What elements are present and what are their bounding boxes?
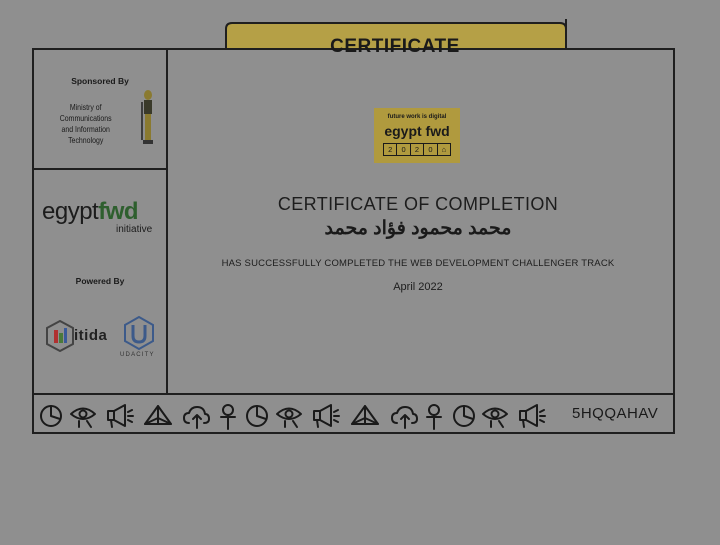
badge-year-digit: 2 <box>384 144 398 155</box>
pie-icon <box>40 405 62 427</box>
eye-icon <box>70 407 96 428</box>
badge-name: egypt fwd <box>384 123 450 139</box>
powered-label: Powered By <box>75 276 125 286</box>
ministry-line-2: and Information Technology <box>61 124 110 145</box>
udacity-name: UDACITY <box>120 352 155 358</box>
badge-year-digit: 2 <box>411 144 425 155</box>
eye-icon <box>482 407 508 428</box>
fwd-text: fwd <box>98 198 139 225</box>
megaphone-icon <box>107 404 134 428</box>
cloud-upload-icon <box>183 406 210 429</box>
megaphone-icon <box>519 404 546 428</box>
certificate-heading: CERTIFICATE OF COMPLETION <box>277 194 559 214</box>
ankh-icon <box>426 404 442 430</box>
itida-logo-icon <box>46 320 74 352</box>
itida-name: itida <box>74 327 108 344</box>
badge-tagline: future work is digital <box>387 114 447 120</box>
ministry-line-1: Ministry of Communications <box>59 102 112 123</box>
ankh-icon <box>220 404 236 430</box>
certificate-code: 5HQQAHAV <box>572 405 659 422</box>
egyptfwd-logo: egyptfwd <box>42 198 162 226</box>
recipient-name: محمد محمود فؤاد محمد <box>324 218 512 239</box>
egypt-text: egypt <box>42 198 99 225</box>
certificate-date: April 2022 <box>393 281 443 293</box>
badge-emblem-icon: ⌂ <box>441 145 447 154</box>
ministry-name: Ministry of Communications and Informati… <box>48 102 123 146</box>
initiative-label: initiative <box>116 224 153 235</box>
megaphone-icon <box>313 404 340 428</box>
udacity-logo-icon <box>124 316 154 350</box>
sidebar-panel: Sponsored By Ministry of Communications … <box>34 50 168 395</box>
sponsor-box: Sponsored By Ministry of Communications … <box>34 50 168 170</box>
cloud-upload-icon <box>391 406 418 429</box>
eye-icon <box>276 407 302 428</box>
pharaoh-logo-icon <box>141 90 153 144</box>
ribbon-title: CERTIFICATE <box>330 36 460 57</box>
pyramid-icon <box>144 405 172 425</box>
pyramid-icon <box>351 405 379 425</box>
certificate-frame: Sponsored By Ministry of Communications … <box>32 48 675 434</box>
pie-icon <box>246 405 268 427</box>
badge-year-digit: 0 <box>424 144 438 155</box>
completion-statement: HAS SUCCESSFULLY COMPLETED THE WEB DEVEL… <box>221 258 615 269</box>
badge-year: 2 0 2 0 ⌂ <box>383 143 451 156</box>
pie-icon <box>453 405 475 427</box>
symbol-row <box>40 404 546 430</box>
sponsored-label: Sponsored By <box>71 76 129 86</box>
badge-year-digit: 0 <box>397 144 411 155</box>
egyptfwd-2020-badge: future work is digital egypt fwd 2 0 2 0… <box>374 108 460 163</box>
